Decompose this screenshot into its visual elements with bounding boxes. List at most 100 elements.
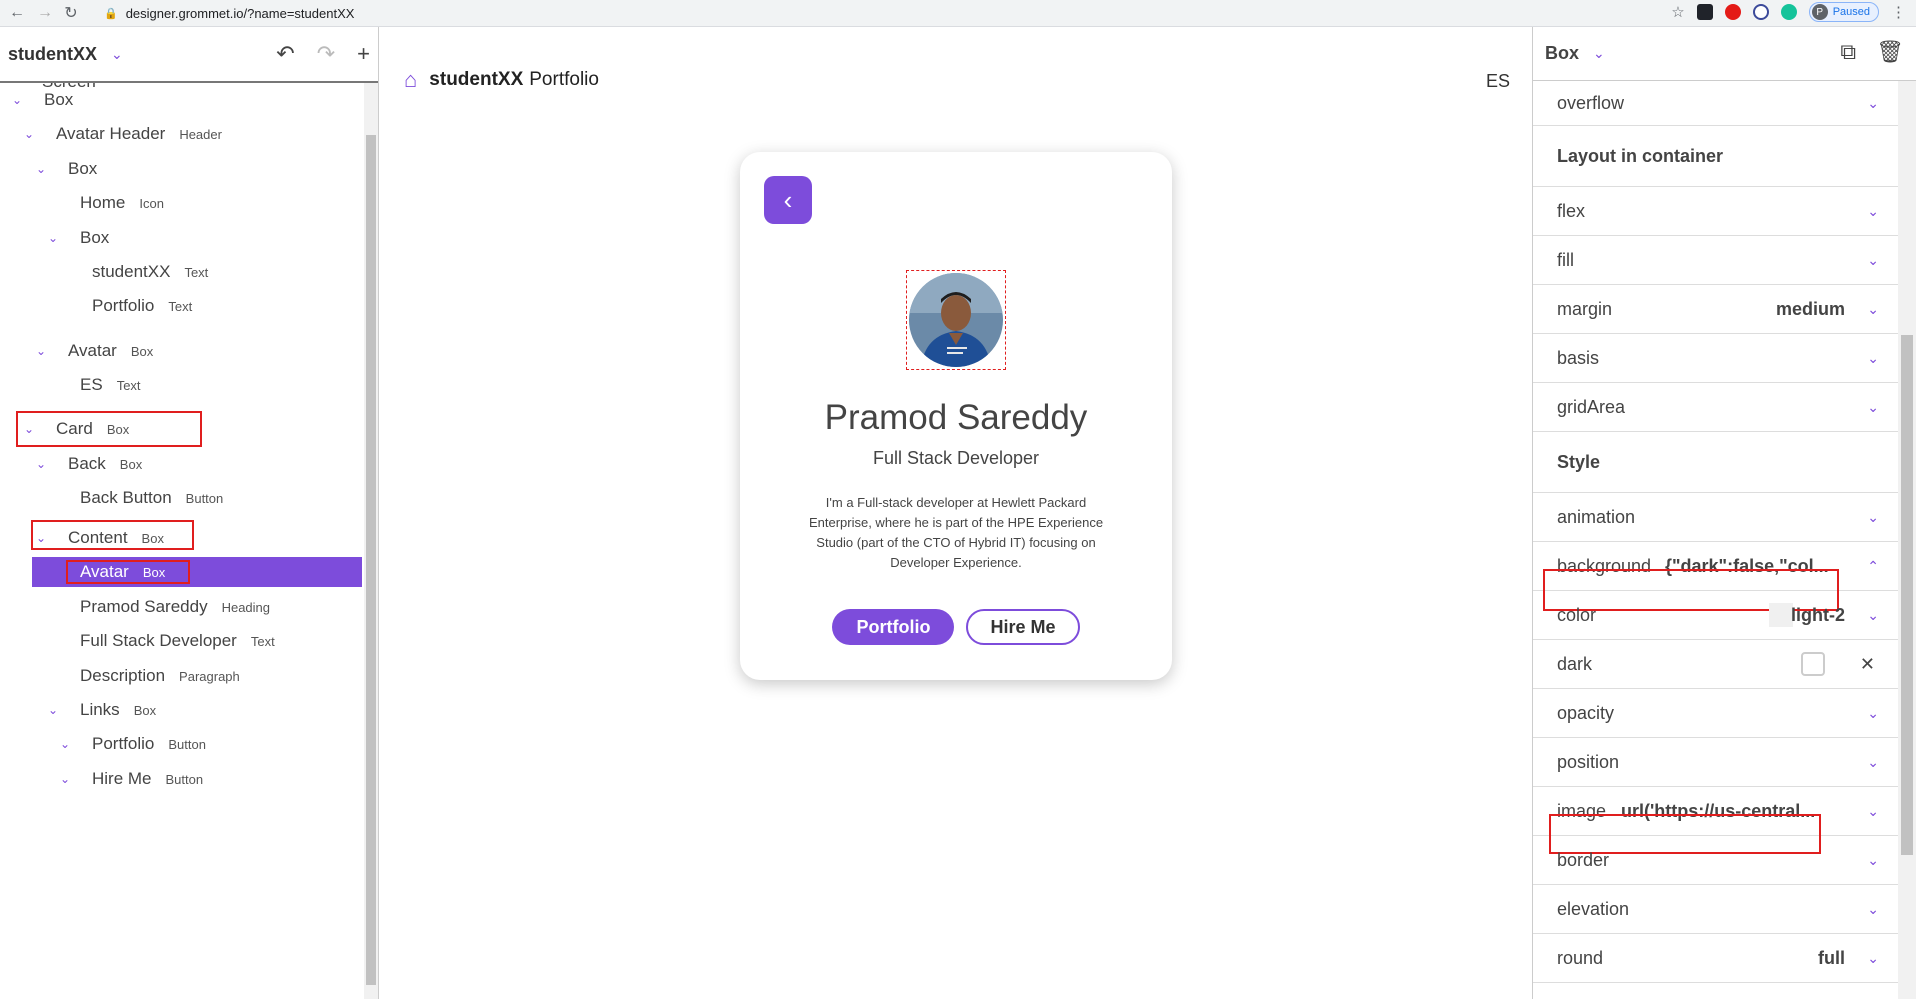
chevron-down-icon[interactable]: ⌄: [60, 772, 80, 786]
prop-color[interactable]: color light-2 ⌄: [1533, 591, 1899, 640]
tree-item-box[interactable]: ⌄ Box: [48, 223, 109, 253]
tree-item-avatar[interactable]: ⌄ Avatar Box: [36, 336, 153, 366]
chevron-down-icon[interactable]: ⌄: [36, 457, 56, 471]
tree-item-es[interactable]: ES Text: [80, 370, 141, 400]
tree-item-type: Box: [133, 702, 157, 718]
react-devtools-icon[interactable]: [1696, 4, 1713, 20]
tree-scrollbar-thumb[interactable]: [366, 135, 376, 985]
chevron-down-icon[interactable]: ⌄: [1867, 252, 1879, 269]
block-icon[interactable]: [1752, 4, 1769, 20]
tree-item-links[interactable]: ⌄ Links Box: [48, 695, 156, 725]
color-swatch[interactable]: [1769, 603, 1793, 627]
prop-round[interactable]: round full ⌄: [1533, 934, 1899, 983]
header-avatar[interactable]: ES: [1486, 71, 1510, 92]
chevron-down-icon[interactable]: ⌄: [1867, 803, 1879, 820]
grammarly-icon[interactable]: [1780, 4, 1797, 20]
chevron-down-icon[interactable]: ⌄: [1867, 607, 1879, 624]
reload-icon[interactable]: ↻: [60, 2, 82, 24]
app-header: ⌂ studentXX Portfolio: [404, 67, 599, 93]
chevron-down-icon[interactable]: ⌄: [48, 703, 68, 717]
prop-fill[interactable]: fill ⌄: [1533, 236, 1899, 285]
portfolio-button[interactable]: Portfolio: [832, 609, 955, 645]
prop-flex[interactable]: flex ⌄: [1533, 187, 1899, 236]
chevron-down-icon[interactable]: ⌄: [24, 127, 44, 141]
tree-item-portfolio-button[interactable]: ⌄ Portfolio Button: [60, 729, 206, 759]
profile-button[interactable]: P Paused: [1808, 2, 1879, 22]
forward-arrow-icon[interactable]: →: [34, 2, 56, 24]
chevron-down-icon[interactable]: ⌄: [1867, 301, 1879, 318]
prop-position[interactable]: position ⌄: [1533, 738, 1899, 787]
prop-margin[interactable]: margin medium ⌄: [1533, 285, 1899, 334]
tree-item-type: Heading: [221, 599, 271, 615]
avatar-selection-outline[interactable]: [906, 270, 1006, 370]
tree-item-box[interactable]: ⌄ Box: [36, 154, 97, 184]
chevron-down-icon[interactable]: ⌄: [1867, 95, 1879, 112]
tree-item-label: Portfolio: [92, 296, 155, 315]
home-icon[interactable]: ⌂: [404, 67, 417, 93]
avatar: [909, 273, 1003, 367]
tree-item-description[interactable]: Description Paragraph: [80, 661, 240, 691]
duplicate-icon[interactable]: ⧉: [1840, 39, 1856, 65]
chevron-down-icon[interactable]: ⌄: [12, 93, 32, 107]
trash-icon[interactable]: 🗑: [1876, 39, 1904, 65]
redo-icon[interactable]: ↷: [317, 41, 335, 67]
chevron-down-icon[interactable]: ⌄: [48, 231, 68, 245]
tree-item-portfolio[interactable]: Portfolio Text: [92, 291, 192, 321]
prop-label: round: [1557, 947, 1604, 968]
chevron-down-icon[interactable]: ⌄: [1867, 705, 1879, 722]
chevron-down-icon[interactable]: ⌄: [1867, 950, 1879, 967]
chevron-up-icon[interactable]: ⌃: [1867, 558, 1879, 575]
chevron-down-icon[interactable]: ⌄: [1867, 754, 1879, 771]
tree-item-pramod-sareddy[interactable]: Pramod Sareddy Heading: [80, 592, 270, 622]
undo-icon[interactable]: ↶: [276, 41, 294, 67]
properties-scrollbar-thumb[interactable]: [1901, 335, 1913, 855]
hire-me-button[interactable]: Hire Me: [966, 609, 1080, 645]
prop-elevation[interactable]: elevation ⌄: [1533, 885, 1899, 934]
chevron-down-icon[interactable]: ⌄: [1867, 901, 1879, 918]
chevron-down-icon[interactable]: ⌄: [111, 46, 123, 63]
tree-item-back[interactable]: ⌄ Back Box: [36, 449, 142, 479]
component-type[interactable]: Box: [1545, 43, 1579, 64]
project-title[interactable]: studentXX: [8, 44, 97, 65]
chevron-down-icon[interactable]: ⌄: [60, 737, 80, 751]
chevron-down-icon[interactable]: ⌄: [1593, 45, 1605, 62]
adblock-icon[interactable]: [1724, 4, 1741, 20]
tree-item-type: Box: [130, 343, 154, 359]
layer-tree: Screen ⌄Box ⌄Avatar HeaderHeader ⌄Box Ho…: [0, 83, 362, 999]
prop-basis[interactable]: basis ⌄: [1533, 334, 1899, 383]
tree-item-home[interactable]: Home Icon: [80, 188, 164, 218]
star-icon[interactable]: ☆: [1671, 3, 1684, 21]
chevron-down-icon[interactable]: ⌄: [36, 344, 56, 358]
close-icon[interactable]: ✕: [1860, 654, 1875, 675]
prop-overflow[interactable]: overflow ⌄: [1533, 81, 1899, 126]
address-bar[interactable]: 🔒 designer.grommet.io/?name=studentXX: [104, 2, 1644, 25]
properties-header: Box ⌄ ⧉ 🗑: [1533, 27, 1916, 81]
chevron-down-icon[interactable]: ⌄: [1867, 203, 1879, 220]
prop-animation[interactable]: animation ⌄: [1533, 493, 1899, 542]
tree-item-hire-me-button[interactable]: ⌄ Hire Me Button: [60, 764, 203, 794]
back-button[interactable]: ‹: [764, 176, 812, 224]
add-icon[interactable]: +: [357, 41, 370, 67]
extensions-area: ☆ P Paused ⋮: [1671, 2, 1906, 22]
chevron-down-icon[interactable]: ⌄: [1867, 852, 1879, 869]
tree-item-studentxx[interactable]: studentXX Text: [92, 257, 208, 287]
prop-value: full: [1818, 947, 1845, 968]
properties-panel: Box ⌄ ⧉ 🗑 overflow ⌄ Layout in container …: [1532, 27, 1916, 999]
prop-gridarea[interactable]: gridArea ⌄: [1533, 383, 1899, 432]
menu-kebab-icon[interactable]: ⋮: [1891, 3, 1906, 21]
back-arrow-icon[interactable]: ←: [6, 2, 28, 24]
chevron-down-icon[interactable]: ⌄: [36, 162, 56, 176]
tree-item-back-button[interactable]: Back Button Button: [80, 483, 223, 513]
header-subtitle: Portfolio: [529, 69, 599, 90]
chevron-down-icon[interactable]: ⌄: [1867, 350, 1879, 367]
prop-opacity[interactable]: opacity ⌄: [1533, 689, 1899, 738]
tree-item-box[interactable]: ⌄ Box: [12, 85, 73, 115]
prop-border[interactable]: border ⌄: [1533, 836, 1899, 885]
prop-dark[interactable]: dark ✕: [1533, 640, 1899, 689]
dark-checkbox[interactable]: [1801, 652, 1825, 676]
tree-item-avatar-header[interactable]: ⌄ Avatar Header Header: [24, 119, 222, 149]
prop-label: border: [1557, 849, 1610, 870]
chevron-down-icon[interactable]: ⌄: [1867, 399, 1879, 416]
tree-item-full-stack-developer[interactable]: Full Stack Developer Text: [80, 626, 275, 656]
chevron-down-icon[interactable]: ⌄: [1867, 509, 1879, 526]
